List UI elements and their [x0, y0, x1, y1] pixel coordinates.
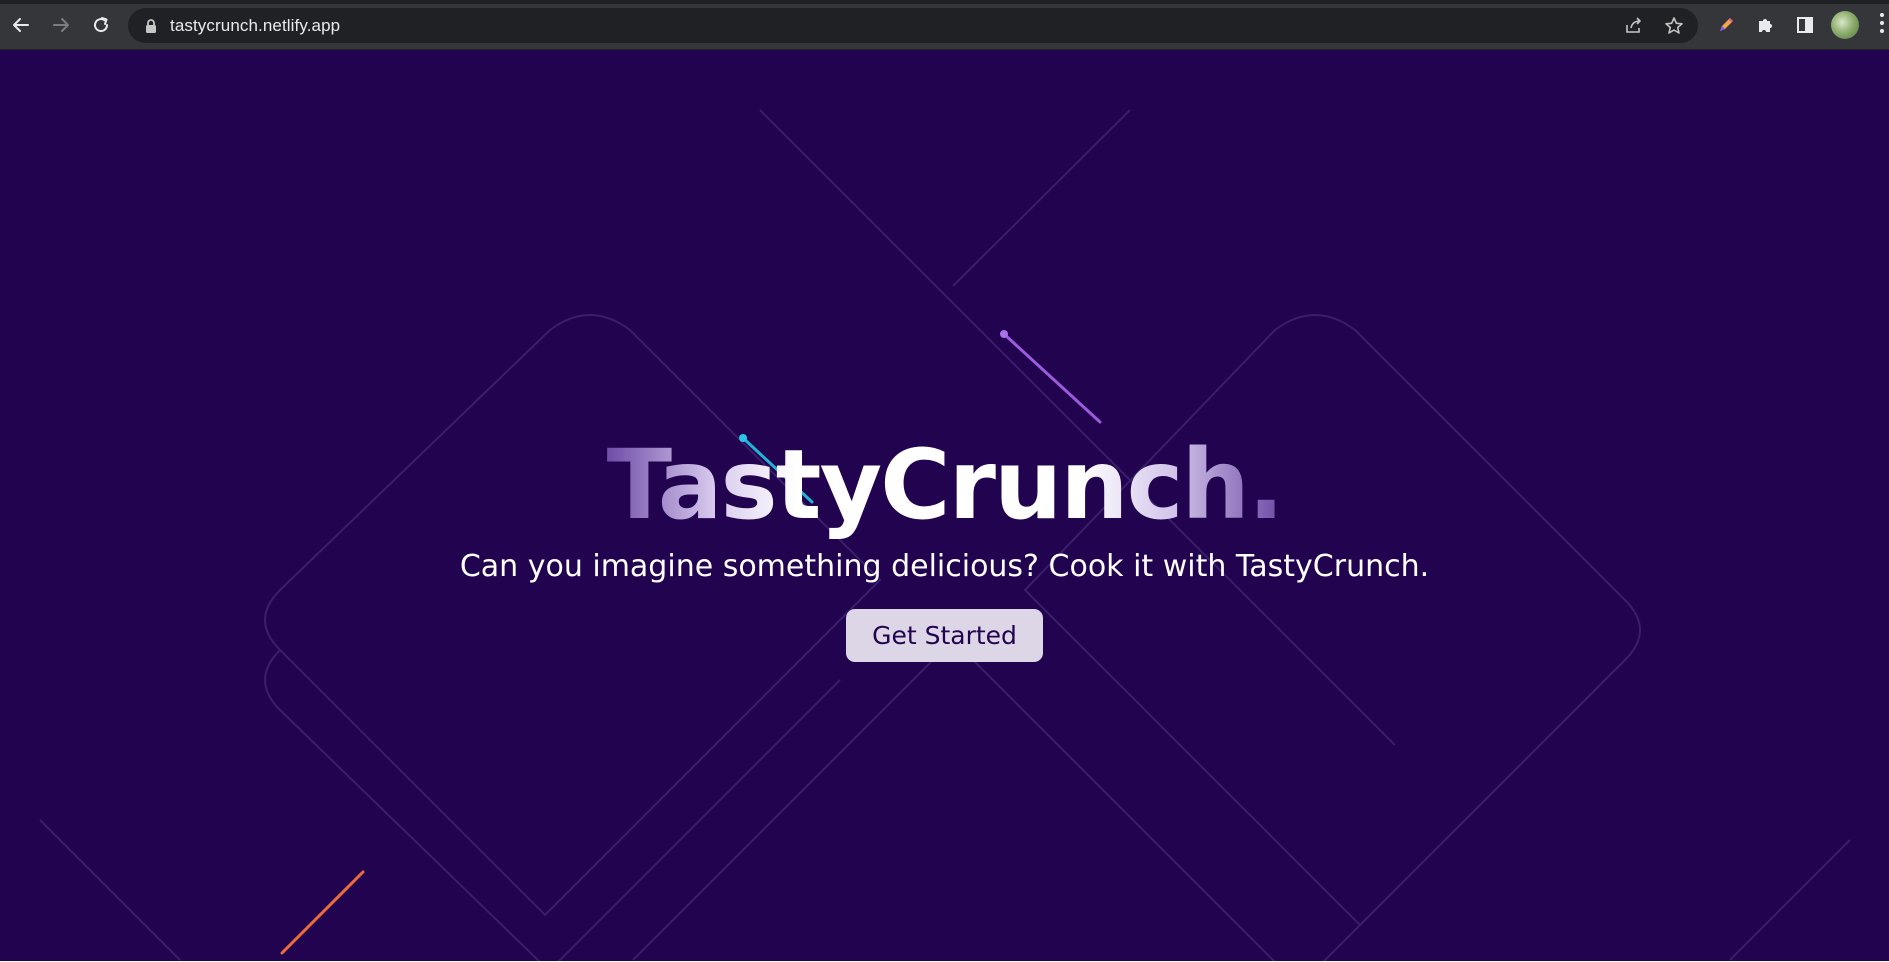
- forward-button[interactable]: [48, 12, 74, 38]
- get-started-button[interactable]: Get Started: [846, 609, 1043, 662]
- address-bar[interactable]: tastycrunch.netlify.app: [128, 8, 1698, 43]
- avatar[interactable]: [1831, 11, 1859, 39]
- hero-title: TastyCrunch.: [606, 429, 1285, 541]
- purple-accent-streak: [1002, 332, 1102, 424]
- pen-extension-button[interactable]: [1713, 12, 1739, 38]
- hero-subtitle: Can you imagine something delicious? Coo…: [459, 549, 1430, 584]
- bookmark-button[interactable]: [1663, 15, 1685, 37]
- share-button[interactable]: [1623, 15, 1645, 37]
- reload-icon: [94, 17, 109, 33]
- puzzle-icon: [1759, 19, 1772, 32]
- extensions-button[interactable]: [1752, 12, 1778, 38]
- orange-accent-streak: [280, 870, 365, 955]
- browser-toolbar: tastycrunch.netlify.app: [0, 0, 1889, 50]
- star-icon: [1665, 17, 1683, 34]
- side-panel-icon: [1797, 17, 1813, 33]
- landing-page: TastyCrunch. Can you imagine something d…: [0, 50, 1889, 962]
- back-button[interactable]: [8, 12, 34, 38]
- pen-icon: [1720, 18, 1733, 31]
- arrow-left-icon: [13, 18, 29, 32]
- lock-icon[interactable]: [144, 18, 158, 34]
- share-icon: [1626, 17, 1641, 33]
- hero-section: TastyCrunch. Can you imagine something d…: [0, 430, 1889, 662]
- url-text[interactable]: tastycrunch.netlify.app: [170, 16, 340, 36]
- reload-button[interactable]: [88, 12, 114, 38]
- tab-strip: [0, 0, 1889, 4]
- kebab-menu-icon[interactable]: [1880, 13, 1886, 37]
- side-panel-button[interactable]: [1792, 12, 1818, 38]
- arrow-right-icon: [53, 18, 69, 32]
